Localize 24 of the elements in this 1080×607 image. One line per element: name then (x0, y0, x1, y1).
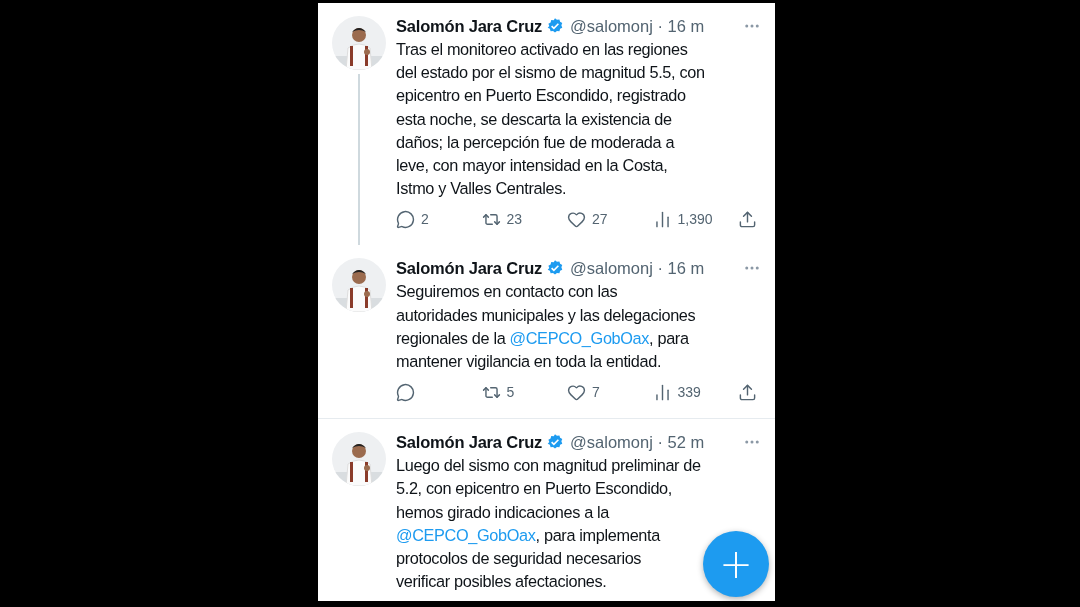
tweet-text: Luego del sismo con magnitud preliminar de 5.2, con epicentro en Puerto Escondido, hemos girado indicaciones a la @CEPCO_GobOax, para implementa protocolos de seguridad necesarios verificar posibles afectaciones. (396, 455, 701, 593)
handle-time: @salomonj · 16 m (570, 258, 705, 278)
reply-icon (396, 209, 415, 229)
share-button[interactable] (738, 382, 757, 402)
share-icon (738, 209, 757, 229)
author-name: Salomón Jara Cruz (396, 432, 543, 452)
views-button[interactable]: 339 (652, 382, 723, 402)
like-button[interactable]: 7 (567, 382, 637, 402)
author-name: Salomón Jara Cruz (396, 258, 543, 278)
author-name: Salomón Jara Cruz (396, 16, 543, 36)
tweet-text: Seguiremos en contacto con las autoridades municipales y las delegaciones regionales de la @CEPCO_GobOax, para mantener vigilancia en toda la entidad. (396, 281, 696, 373)
share-icon (738, 382, 757, 402)
handle-time: @salomonj · 16 m (570, 16, 705, 36)
reply-icon (396, 382, 415, 402)
like-icon (567, 382, 586, 402)
tweet-text: Tras el monitoreo activado en las regiones del estado por el sismo de magnitud 5.5, con epicentro en Puerto Escondido, registrado esta noche, se descarta la existencia de daños; la percepción fue de moderada a leve, con mayor intensidad en la Costa, Istmo y Valles Centrales. (396, 39, 705, 200)
like-button[interactable]: 27 (567, 209, 637, 229)
handle-time: @salomonj · 52 m (570, 432, 705, 452)
repost-button[interactable]: 23 (481, 209, 552, 229)
repost-button[interactable]: 5 (481, 382, 552, 402)
views-button[interactable]: 1,390 (652, 209, 723, 229)
like-icon (567, 209, 586, 229)
share-button[interactable] (738, 209, 757, 229)
reply-button[interactable]: 2 (396, 209, 466, 229)
